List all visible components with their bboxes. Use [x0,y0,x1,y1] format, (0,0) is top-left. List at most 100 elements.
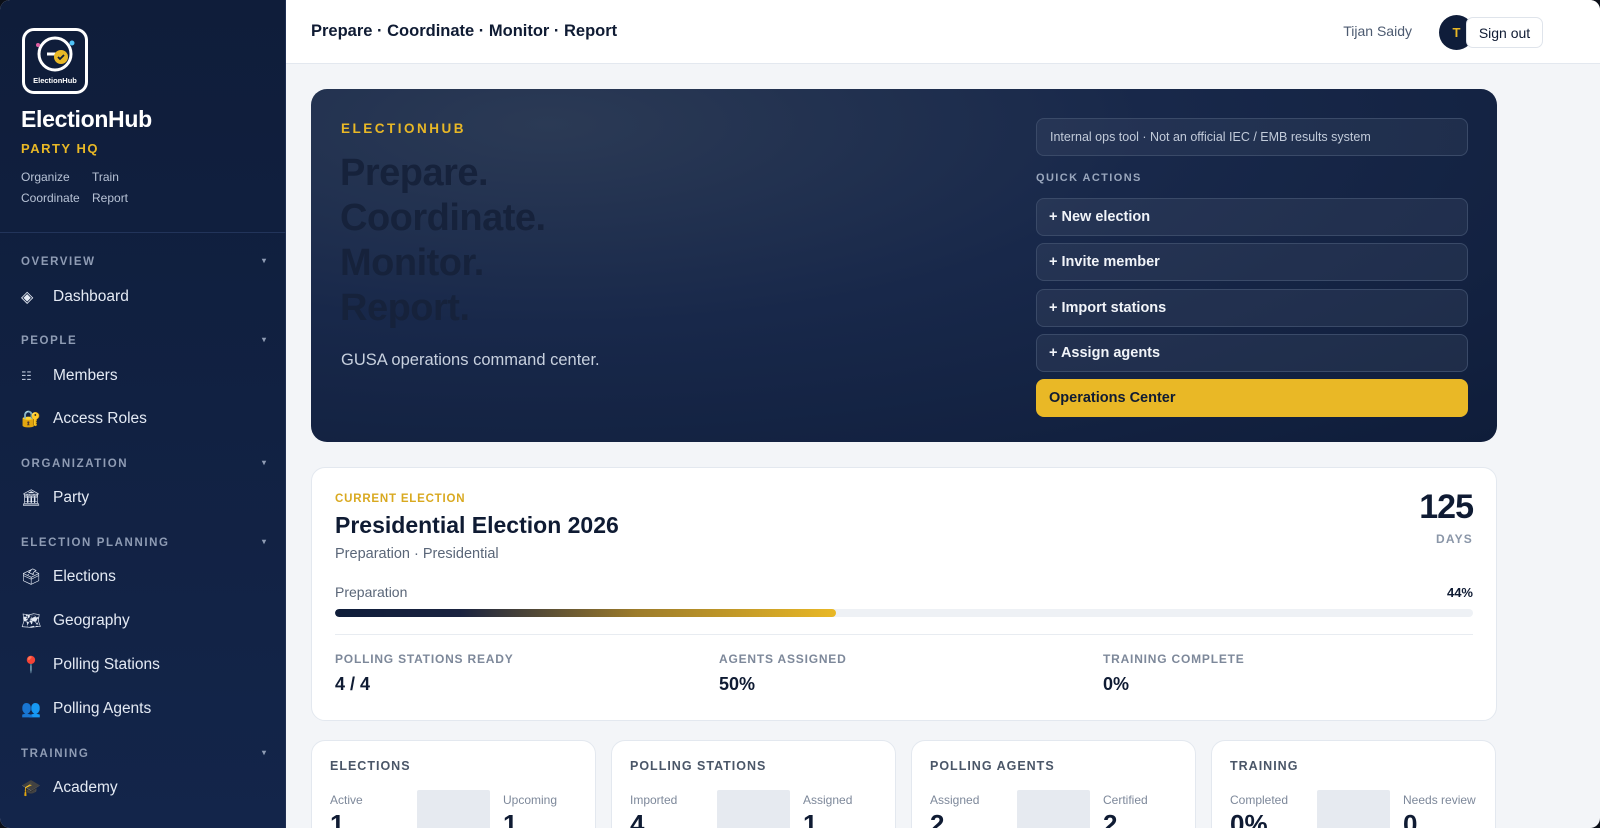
nav-section-election-planning[interactable]: ELECTION PLANNING ▾ [21,537,266,549]
nav-section-label: PEOPLE [21,335,78,347]
polling-agents-summary-card[interactable]: POLLING AGENTS Assigned Certified 2 2 [911,740,1196,828]
lock-key-icon: 🔐 [21,411,41,428]
nav-section-organization[interactable]: ORGANIZATION ▾ [21,458,266,470]
summary-right-value: 1 [503,809,518,828]
hero-title-line: Prepare. [340,152,489,194]
election-title: Presidential Election 2026 [335,512,619,538]
sidebar-item-academy[interactable]: 🎓 Academy [21,773,266,803]
sidebar-item-elections[interactable]: 🗳 Elections [21,562,266,592]
sidebar-item-party[interactable]: 🏛 Party [21,483,266,513]
summary-right-label: Upcoming [503,793,558,807]
summary-card-title: TRAINING [1230,759,1299,773]
user-name: Tijan Saidy [1343,23,1412,39]
progress-percent: 44% [1446,585,1473,600]
summary-left-value: 1 [330,809,345,828]
building-icon: 🏛 [21,490,42,507]
sidebar-item-members[interactable]: ☷ Members [21,361,266,391]
hero-kicker: ELECTIONHUB [341,121,466,136]
stat-label: POLLING STATIONS READY [335,652,514,666]
page-title: Prepare · Coordinate · Monitor · Report [311,22,618,40]
app-logo[interactable]: ElectionHub [22,28,88,94]
summary-chart-placeholder [417,790,490,828]
quick-actions-label: QUICK ACTIONS [1036,172,1142,184]
summary-left-value: 2 [930,809,945,828]
new-election-button[interactable]: + New election [1036,198,1468,236]
summary-chart-placeholder [717,790,790,828]
invite-member-button[interactable]: + Invite member [1036,243,1468,281]
summary-right-label: Assigned [803,793,853,807]
sidebar-item-label: Geography [53,612,130,629]
app-window: ElectionHub ElectionHub PARTY HQ Organiz… [0,0,1600,828]
nav-section-people[interactable]: PEOPLE ▾ [21,335,266,347]
sidebar-item-geography[interactable]: 🗺 Geography [21,606,266,636]
progress-bar [335,609,1473,617]
ballot-box-icon: 🗳 [21,569,42,586]
elections-summary-card[interactable]: ELECTIONS Active Upcoming 1 1 [311,740,596,828]
operations-center-button[interactable]: Operations Center [1036,379,1468,417]
sidebar-item-polling-agents[interactable]: 👥 Polling Agents [21,694,266,724]
logo-mark-icon: ElectionHub [25,31,85,91]
sidebar-item-access-roles[interactable]: 🔐 Access Roles [21,404,266,434]
top-bar: Prepare · Coordinate · Monitor · Report … [286,0,1600,64]
sign-out-button[interactable]: Sign out [1466,17,1543,48]
diamond-icon: ◈ [21,289,34,306]
progress-label: Preparation [335,584,408,600]
summary-left-label: Active [330,793,363,807]
assign-agents-button[interactable]: + Assign agents [1036,334,1468,372]
current-election-card: CURRENT ELECTION Presidential Election 2… [311,467,1497,721]
sidebar: ElectionHub ElectionHub PARTY HQ Organiz… [0,0,286,828]
brand-name: ElectionHub [21,106,152,132]
stat-value: 0% [1103,674,1130,694]
summary-right-value: 2 [1103,809,1118,828]
summary-left-label: Assigned [930,793,980,807]
hero-title-line: Coordinate. [340,197,546,239]
summary-card-title: POLLING STATIONS [630,759,767,773]
hero-panel: ELECTIONHUB Prepare. Coordinate. Monitor… [311,89,1497,442]
sidebar-item-label: Polling Stations [53,656,160,673]
stat-label: TRAINING COMPLETE [1103,652,1245,666]
people-icon: 👥 [21,701,41,718]
current-election-kicker: CURRENT ELECTION [335,493,466,505]
days-remaining-label: DAYS [1435,532,1473,546]
hero-title: Prepare. Coordinate. Monitor. Report. [340,151,546,331]
hero-subtitle: GUSA operations command center. [341,351,600,369]
summary-chart-placeholder [1017,790,1090,828]
stat-value: 4 / 4 [335,674,371,694]
brand-tag: Report [92,191,129,205]
nav-section-label: OVERVIEW [21,256,96,268]
brand-tag: Coordinate [21,191,80,205]
summary-right-value: 1 [803,809,818,828]
summary-right-label: Needs review [1403,793,1476,807]
days-remaining-value: 125 [1419,488,1474,526]
sidebar-item-dashboard[interactable]: ◈ Dashboard [21,282,266,312]
list-icon: ☷ [21,369,32,383]
hero-title-line: Report. [340,287,470,329]
sidebar-item-label: Dashboard [53,288,129,305]
sidebar-item-label: Members [53,367,118,384]
sidebar-item-polling-stations[interactable]: 📍 Polling Stations [21,650,266,680]
nav-section-label: ELECTION PLANNING [21,537,170,549]
nav-section-overview[interactable]: OVERVIEW ▾ [21,256,266,268]
chevron-down-icon: ▾ [261,748,266,757]
nav-section-training[interactable]: TRAINING ▾ [21,748,266,760]
pin-icon: 📍 [21,657,41,674]
nav-section-label: TRAINING [21,748,90,760]
chevron-down-icon: ▾ [261,335,266,344]
sidebar-item-label: Academy [53,779,118,796]
sidebar-item-label: Party [53,489,90,506]
map-icon: 🗺 [21,613,42,630]
brand-tag: Train [92,170,119,184]
sidebar-item-label: Elections [53,568,116,585]
training-summary-card[interactable]: TRAINING Completed Needs review 0% 0 [1211,740,1496,828]
sidebar-divider [0,232,286,233]
summary-right-label: Certified [1103,793,1148,807]
import-stations-button[interactable]: + Import stations [1036,289,1468,327]
polling-stations-summary-card[interactable]: POLLING STATIONS Imported Assigned 4 1 [611,740,896,828]
summary-left-value: 0% [1230,809,1268,828]
summary-left-label: Imported [630,793,678,807]
logo-text: ElectionHub [33,76,77,85]
chevron-down-icon: ▾ [261,458,266,467]
brand-tags: Organize Train Coordinate Report [21,170,161,205]
progress-bar-fill [335,609,836,617]
summary-card-title: POLLING AGENTS [930,759,1055,773]
